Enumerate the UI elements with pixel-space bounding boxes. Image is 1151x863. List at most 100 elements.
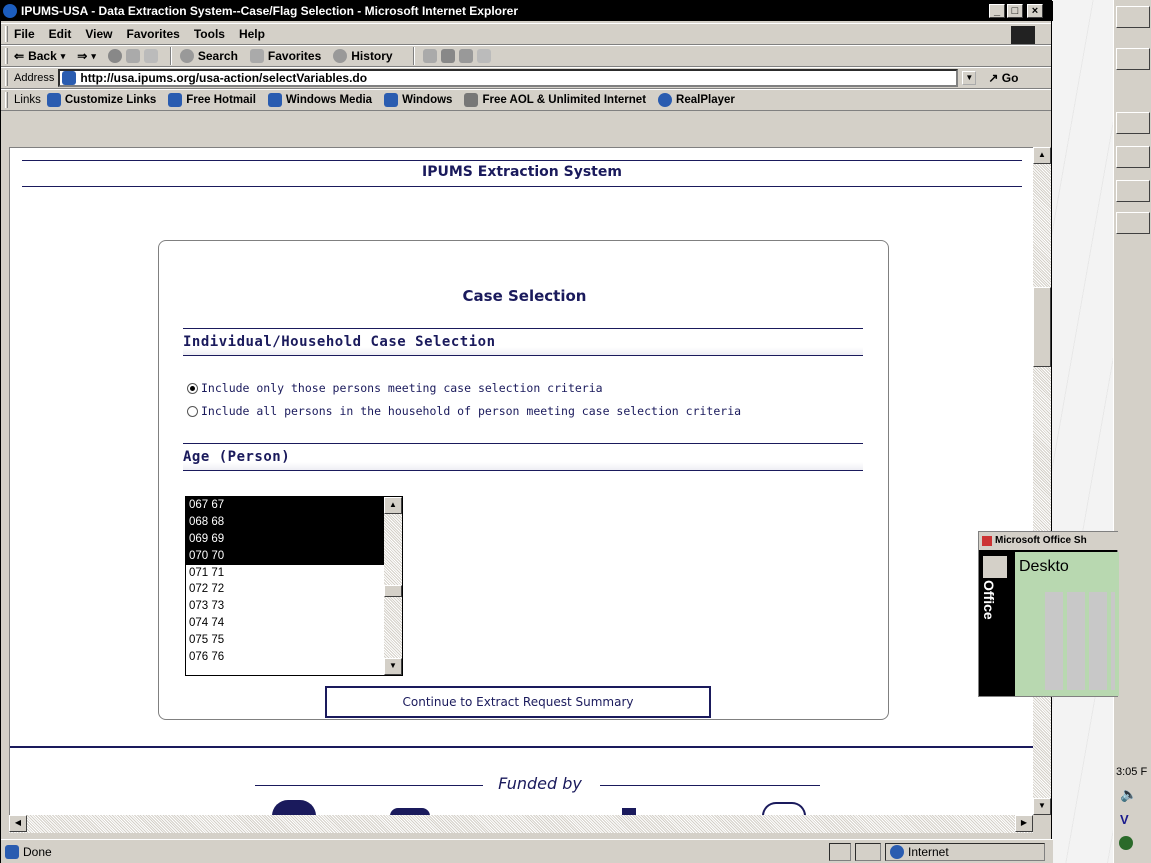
- taskbar-button[interactable]: [1116, 112, 1150, 134]
- funder-logo: [390, 808, 430, 815]
- discuss-icon[interactable]: [476, 49, 491, 63]
- refresh-icon[interactable]: [125, 49, 140, 63]
- back-button[interactable]: ⇐ Back ▾: [14, 49, 65, 63]
- taskbar-button[interactable]: [1116, 48, 1150, 70]
- link-windows-media[interactable]: Windows Media: [267, 93, 372, 107]
- address-dropdown[interactable]: ▼: [962, 71, 977, 85]
- radio-button-unchecked[interactable]: [187, 405, 198, 417]
- age-option[interactable]: 074 74: [186, 615, 384, 632]
- menu-edit[interactable]: Edit: [49, 27, 72, 41]
- page-vertical-scrollbar[interactable]: ▲ ▼: [1033, 147, 1051, 815]
- mail-icon[interactable]: [422, 49, 437, 63]
- window-title: IPUMS-USA - Data Extraction System--Case…: [1, 1, 1053, 21]
- scroll-thumb[interactable]: [384, 585, 402, 597]
- scroll-up-icon[interactable]: ▲: [384, 497, 402, 514]
- menu-view[interactable]: View: [85, 27, 112, 41]
- continue-button[interactable]: Continue to Extract Request Summary: [325, 686, 711, 718]
- office-folder-icon[interactable]: [983, 556, 1007, 578]
- browser-window: IPUMS-USA - Data Extraction System--Case…: [0, 0, 1053, 863]
- close-button[interactable]: ×: [1027, 4, 1043, 18]
- link-hotmail[interactable]: Free Hotmail: [168, 93, 256, 107]
- age-listbox[interactable]: 067 67 068 68 069 69 070 70 071 71 072 72 073 …: [185, 496, 403, 676]
- ie-icon: [3, 4, 17, 18]
- funder-logo: [272, 800, 316, 815]
- page-icon: [62, 71, 77, 85]
- link-windows[interactable]: Windows: [384, 93, 452, 107]
- address-bar: Address http://usa.ipums.org/usa-action/…: [1, 67, 1051, 89]
- link-aol[interactable]: Free AOL & Unlimited Internet: [464, 93, 646, 107]
- menu-file[interactable]: File: [14, 27, 35, 41]
- print-icon[interactable]: [440, 49, 455, 63]
- shortcut-icons[interactable]: [1045, 592, 1115, 690]
- windows-logo-icon: [1011, 26, 1035, 44]
- menu-tools[interactable]: Tools: [194, 27, 225, 41]
- minimize-button[interactable]: _: [989, 4, 1005, 18]
- age-option[interactable]: 076 76: [186, 649, 384, 666]
- taskbar: 3:05 F 🔈 V: [1113, 0, 1151, 863]
- edit-icon[interactable]: [458, 49, 473, 63]
- age-option[interactable]: 075 75: [186, 632, 384, 649]
- address-input[interactable]: http://usa.ipums.org/usa-action/selectVa…: [58, 69, 959, 87]
- scroll-up-icon[interactable]: ▲: [1033, 147, 1051, 164]
- taskbar-button[interactable]: [1116, 6, 1150, 28]
- taskbar-button[interactable]: [1116, 180, 1150, 202]
- age-option[interactable]: 067 67: [186, 497, 384, 514]
- scroll-down-icon[interactable]: ▼: [1033, 798, 1051, 815]
- desktop-label[interactable]: Deskto: [1019, 558, 1069, 576]
- globe-icon: [890, 844, 904, 859]
- go-button[interactable]: ↗ Go: [988, 71, 1018, 85]
- menu-bar: File Edit View Favorites Tools Help: [1, 23, 1051, 45]
- case-selection-panel: Case Selection Individual/Household Case…: [158, 240, 889, 720]
- tray-icon[interactable]: V: [1120, 812, 1129, 827]
- radio-persons-only[interactable]: Include only those persons meeting case …: [187, 381, 603, 395]
- page-viewport: IPUMS Extraction System Case Selection I…: [9, 147, 1033, 815]
- link-realplayer[interactable]: RealPlayer: [658, 93, 735, 107]
- favorites-button[interactable]: Favorites: [249, 49, 321, 63]
- status-bar: Done Internet: [1, 839, 1053, 863]
- page-icon: [5, 844, 19, 859]
- taskbar-button[interactable]: [1116, 212, 1150, 234]
- menu-favorites[interactable]: Favorites: [126, 27, 179, 41]
- stop-icon[interactable]: [107, 49, 122, 63]
- clock: 3:05 F: [1116, 766, 1148, 778]
- radio-whole-household[interactable]: Include all persons in the household of …: [187, 404, 741, 418]
- favorites-icon: [249, 49, 264, 63]
- search-icon: [179, 49, 194, 63]
- maximize-button[interactable]: □: [1007, 4, 1023, 18]
- scroll-left-icon[interactable]: ◀: [9, 815, 27, 832]
- scroll-right-icon[interactable]: ▶: [1015, 815, 1033, 832]
- forward-button[interactable]: ⇒ ▾: [77, 49, 96, 63]
- age-option[interactable]: 073 73: [186, 598, 384, 615]
- zone-panel: Internet: [885, 842, 1045, 861]
- network-icon[interactable]: [1119, 836, 1133, 850]
- panel-title: Case Selection: [462, 287, 587, 305]
- section-header-individual-household: Individual/Household Case Selection: [183, 328, 863, 356]
- taskbar-button[interactable]: [1116, 146, 1150, 168]
- links-bar: Links Customize Links Free Hotmail Windo…: [1, 89, 1051, 111]
- office-label: Office: [981, 580, 997, 620]
- site-header-title: IPUMS Extraction System: [422, 164, 622, 180]
- age-option[interactable]: 070 70: [186, 547, 384, 565]
- history-icon: [333, 49, 348, 63]
- address-label: Address: [14, 72, 55, 84]
- listbox-scrollbar[interactable]: ▲ ▼: [384, 497, 402, 675]
- links-label: Links: [14, 94, 41, 106]
- radio-button-checked[interactable]: [187, 382, 198, 394]
- volume-icon[interactable]: 🔈: [1120, 786, 1137, 803]
- funded-by-heading: Funded by: [255, 774, 825, 793]
- scroll-down-icon[interactable]: ▼: [384, 658, 402, 675]
- office-shortcut-bar: Microsoft Office Sh Office Deskto: [978, 531, 1119, 697]
- search-button[interactable]: Search: [179, 49, 238, 63]
- scroll-thumb[interactable]: [1033, 287, 1051, 367]
- menu-help[interactable]: Help: [239, 27, 265, 41]
- link-customize[interactable]: Customize Links: [46, 93, 156, 107]
- age-option[interactable]: 071 71: [186, 565, 384, 582]
- home-icon[interactable]: [143, 49, 158, 63]
- age-option[interactable]: 072 72: [186, 581, 384, 598]
- history-button[interactable]: History: [333, 49, 393, 63]
- office-bar-title: Microsoft Office Sh: [979, 532, 1119, 550]
- status-text: Done: [23, 844, 52, 859]
- age-option[interactable]: 069 69: [186, 530, 384, 548]
- page-horizontal-scrollbar[interactable]: ◀ ▶: [9, 815, 1033, 833]
- age-option[interactable]: 068 68: [186, 513, 384, 531]
